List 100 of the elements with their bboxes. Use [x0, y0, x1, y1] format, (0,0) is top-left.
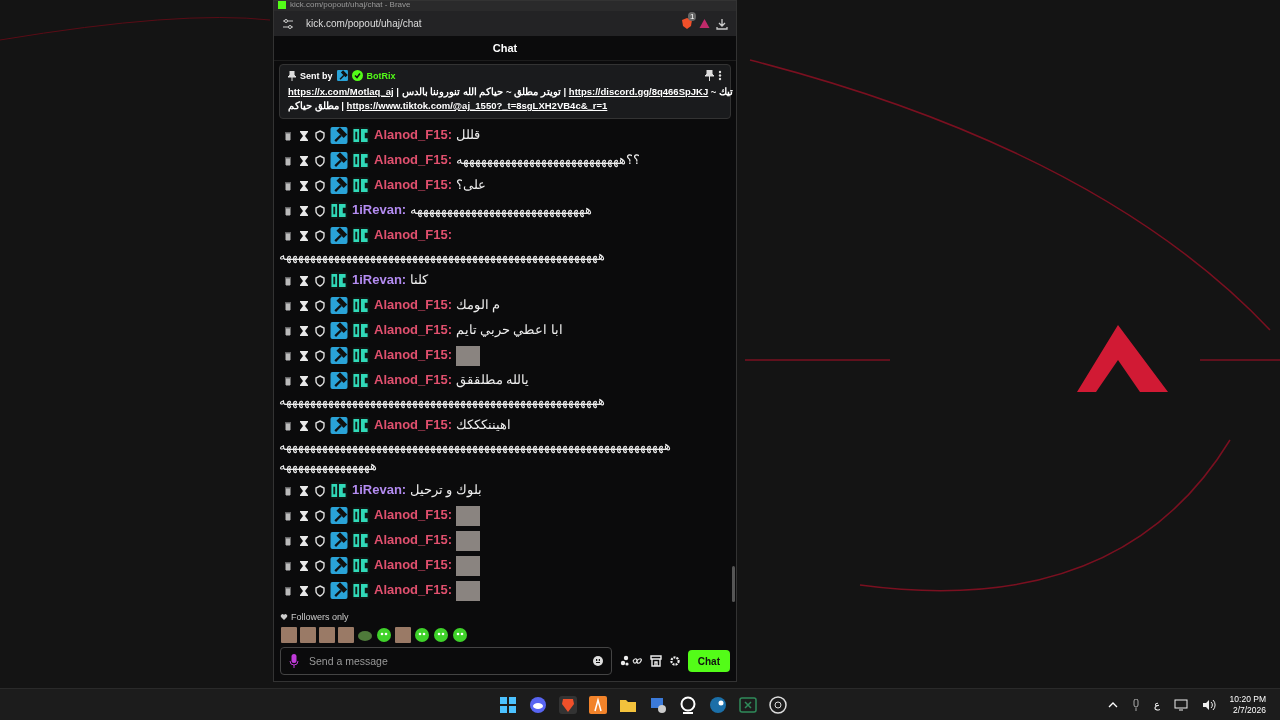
more-options-icon[interactable] [718, 70, 722, 81]
shield-icon[interactable] [314, 204, 326, 217]
username[interactable]: Alanod_F15: [374, 297, 452, 312]
delete-icon[interactable] [282, 419, 294, 432]
webcam-icon[interactable] [679, 695, 697, 714]
microphone-icon[interactable] [1131, 698, 1140, 711]
username[interactable]: 1iRevan: [352, 482, 407, 497]
clock-time[interactable]: 10:20 PM [1229, 693, 1266, 705]
username[interactable]: 1iRevan: [352, 272, 407, 287]
username[interactable]: Alanod_F15: [374, 582, 452, 597]
timeout-icon[interactable] [298, 349, 310, 362]
timeout-icon[interactable] [298, 129, 310, 142]
delete-icon[interactable] [282, 179, 294, 192]
shield-icon[interactable] [314, 534, 326, 547]
shield-icon[interactable] [314, 324, 326, 337]
delete-icon[interactable] [282, 274, 294, 287]
store-icon[interactable] [649, 655, 662, 667]
delete-icon[interactable] [282, 509, 294, 522]
timeout-icon[interactable] [298, 324, 310, 337]
timeout-icon[interactable] [298, 274, 310, 287]
delete-icon[interactable] [282, 229, 294, 242]
timeout-icon[interactable] [298, 299, 310, 312]
site-settings-icon[interactable] [282, 17, 294, 30]
delete-icon[interactable] [282, 374, 294, 387]
message-composer[interactable]: Send a message [280, 647, 612, 675]
shield-icon[interactable] [314, 179, 326, 192]
pin-icon[interactable] [705, 70, 714, 81]
input-language[interactable]: ع [1153, 699, 1160, 710]
delete-icon[interactable] [282, 584, 294, 597]
computer-icon[interactable] [649, 695, 667, 714]
clock-date[interactable]: 2/7/2026 [1232, 704, 1266, 716]
shield-icon[interactable] [314, 419, 326, 432]
shield-icon[interactable] [314, 484, 326, 497]
shield-icon[interactable] [314, 154, 326, 167]
username[interactable]: Alanod_F15: [374, 532, 452, 547]
username[interactable]: Alanod_F15: [374, 372, 452, 387]
timeout-icon[interactable] [298, 584, 310, 597]
link[interactable]: https://x.com/Motlaq_aj [288, 86, 394, 97]
timeout-icon[interactable] [298, 419, 310, 432]
username[interactable]: Alanod_F15: [374, 557, 452, 572]
timeout-icon[interactable] [298, 179, 310, 192]
triangle-icon[interactable] [699, 18, 710, 29]
shield-icon[interactable] [314, 584, 326, 597]
delete-icon[interactable] [282, 129, 294, 142]
delete-icon[interactable] [282, 154, 294, 167]
timeout-icon[interactable] [298, 509, 310, 522]
username[interactable]: Alanod_F15: [374, 177, 452, 192]
shield-icon[interactable] [314, 129, 326, 142]
timeout-icon[interactable] [298, 484, 310, 497]
emote-icon[interactable] [452, 627, 468, 643]
delete-icon[interactable] [282, 299, 294, 312]
recorder-icon[interactable] [769, 695, 787, 714]
username[interactable]: Alanod_F15: [374, 417, 452, 432]
username[interactable]: Alanod_F15: [374, 227, 452, 242]
link[interactable]: https://www.tiktok.com/@aj_1550?_t=8sgLXH2VB4c&_r=1 [346, 100, 608, 111]
download-icon[interactable] [716, 17, 728, 30]
shield-icon[interactable] [314, 559, 326, 572]
emote-icon[interactable] [376, 627, 392, 643]
username[interactable]: Alanod_F15: [374, 127, 452, 142]
shield-icon[interactable] [314, 274, 326, 287]
start-icon[interactable] [499, 695, 517, 714]
emoji-icon[interactable] [592, 656, 603, 666]
link[interactable]: https://discord.gg/8q466SpJKJ [568, 86, 709, 97]
browser-icon[interactable] [559, 695, 577, 714]
shield-icon[interactable] [314, 229, 326, 242]
chevron-up-icon[interactable] [1107, 701, 1118, 708]
username[interactable]: Alanod_F15: [374, 347, 452, 362]
app-icon[interactable] [589, 695, 607, 714]
timeout-icon[interactable] [298, 559, 310, 572]
timeout-icon[interactable] [298, 154, 310, 167]
timeout-icon[interactable] [298, 229, 310, 242]
steam-icon[interactable] [709, 695, 727, 714]
username[interactable]: Alanod_F15: [374, 322, 452, 337]
message-input[interactable]: Send a message [307, 654, 585, 668]
emote-icon[interactable] [414, 627, 430, 643]
timeout-icon[interactable] [298, 204, 310, 217]
delete-icon[interactable] [282, 534, 294, 547]
network-icon[interactable] [1173, 698, 1188, 711]
username[interactable]: 1iRevan: [352, 202, 407, 217]
shield-icon[interactable] [314, 299, 326, 312]
timeout-icon[interactable] [298, 374, 310, 387]
spreadsheet-icon[interactable] [739, 695, 757, 714]
delete-icon[interactable] [282, 204, 294, 217]
shield-icon[interactable] [314, 349, 326, 362]
username[interactable]: Alanod_F15: [374, 507, 452, 522]
delete-icon[interactable] [282, 324, 294, 337]
emote-icon[interactable] [433, 627, 449, 643]
volume-icon[interactable] [1201, 698, 1216, 711]
delete-icon[interactable] [282, 484, 294, 497]
microphone-icon[interactable] [289, 654, 299, 668]
shield-icon[interactable] [314, 509, 326, 522]
discord-icon[interactable] [529, 695, 547, 714]
delete-icon[interactable] [282, 559, 294, 572]
delete-icon[interactable] [282, 349, 294, 362]
timeout-icon[interactable] [298, 534, 310, 547]
username[interactable]: Alanod_F15: [374, 152, 452, 167]
address-bar[interactable]: kick.com/popout/uhaj/chat [300, 18, 675, 29]
chat-send-button[interactable]: Chat [687, 650, 730, 672]
shield-icon[interactable] [314, 374, 326, 387]
dots-infinity-icon[interactable] [619, 655, 642, 667]
